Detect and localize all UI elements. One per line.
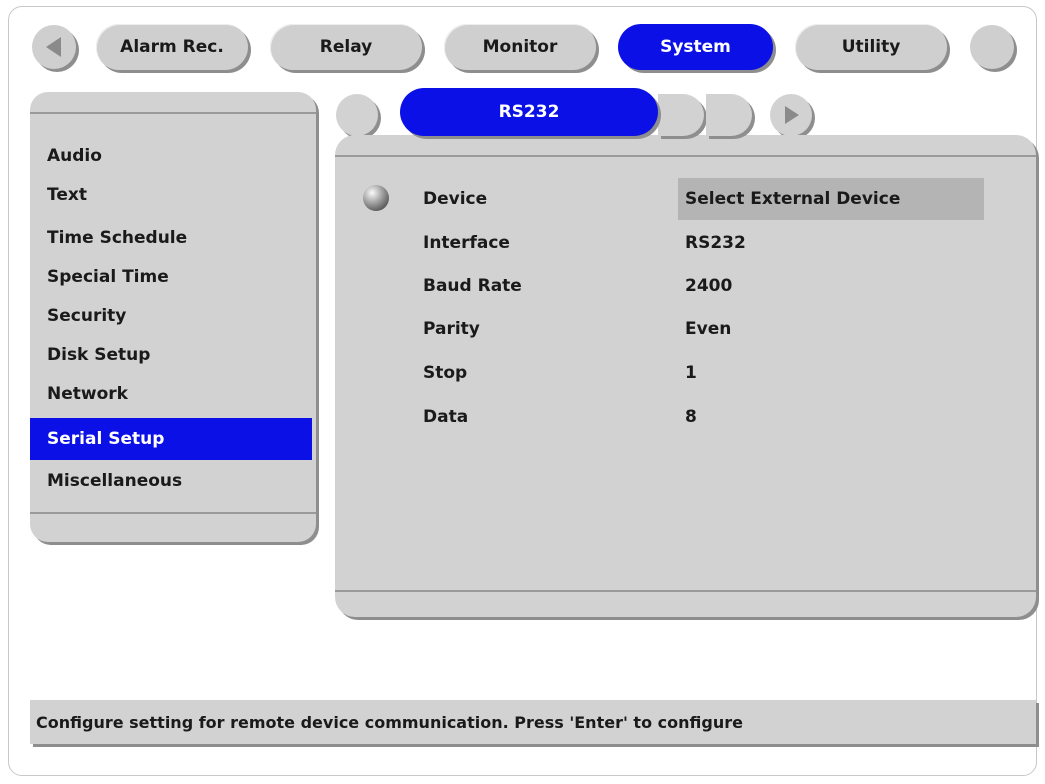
tab-relay[interactable]: Relay — [270, 24, 422, 70]
setting-label-data: Data — [423, 407, 469, 427]
setting-value-stop[interactable]: 1 — [685, 363, 697, 383]
subtab-next-button[interactable] — [770, 94, 812, 136]
sidebar-item-audio[interactable]: Audio — [30, 136, 312, 176]
selection-bullet-icon — [363, 185, 389, 211]
sidebar-item-label: Audio — [47, 146, 102, 166]
sidebar-item-label: Text — [47, 185, 87, 205]
setting-label-device: Device — [423, 189, 488, 209]
tab-system[interactable]: System — [618, 24, 773, 70]
tab-label: Relay — [319, 37, 373, 57]
setting-label-interface: Interface — [423, 233, 510, 253]
sidebar-item-label: Time Schedule — [47, 228, 188, 248]
tab-alarm-rec[interactable]: Alarm Rec. — [96, 24, 248, 70]
subtab-prev-button[interactable] — [336, 94, 378, 136]
sidebar-item-label: Miscellaneous — [47, 471, 183, 491]
sidebar-item-time-schedule[interactable]: Time Schedule — [30, 218, 312, 258]
subtab-label: RS232 — [498, 102, 560, 122]
sidebar-item-label: Disk Setup — [47, 345, 151, 365]
setting-label-parity: Parity — [423, 319, 480, 339]
sidebar-item-label: Security — [47, 306, 127, 326]
subtab-stack[interactable] — [658, 94, 704, 136]
divider — [335, 590, 1036, 592]
tab-label: System — [660, 37, 731, 57]
divider — [30, 112, 316, 114]
sidebar-item-text[interactable]: Text — [30, 175, 312, 215]
setting-label-baud-rate: Baud Rate — [423, 276, 522, 296]
sidebar-item-special-time[interactable]: Special Time — [30, 257, 312, 297]
setting-value-device[interactable]: Select External Device — [685, 189, 900, 209]
setting-value-interface[interactable]: RS232 — [685, 233, 746, 253]
setting-value-parity[interactable]: Even — [685, 319, 731, 339]
subtab-rs232[interactable]: RS232 — [400, 88, 658, 136]
setting-value-data[interactable]: 8 — [685, 407, 697, 427]
setting-value-baud-rate[interactable]: 2400 — [685, 276, 732, 296]
divider — [335, 155, 1036, 157]
nav-more-button[interactable] — [970, 25, 1014, 69]
tab-label: Alarm Rec. — [120, 37, 224, 57]
triangle-left-icon — [46, 37, 61, 57]
tab-label: Monitor — [482, 37, 558, 57]
sidebar-item-serial-setup[interactable]: Serial Setup — [30, 418, 312, 460]
status-text: Configure setting for remote device comm… — [36, 712, 743, 732]
sidebar-item-miscellaneous[interactable]: Miscellaneous — [30, 461, 312, 501]
status-bar: Configure setting for remote device comm… — [30, 700, 1036, 744]
sidebar-item-label: Special Time — [47, 267, 169, 287]
subtab-stack[interactable] — [706, 94, 752, 136]
sidebar: Audio Text Time Schedule Special Time Se… — [30, 92, 316, 542]
tab-monitor[interactable]: Monitor — [444, 24, 596, 70]
tab-label: Utility — [841, 37, 901, 57]
sidebar-item-label: Serial Setup — [47, 429, 165, 449]
nav-back-button[interactable] — [32, 25, 76, 69]
sidebar-item-network[interactable]: Network — [30, 374, 312, 414]
triangle-right-icon — [785, 106, 799, 124]
sidebar-item-disk-setup[interactable]: Disk Setup — [30, 335, 312, 375]
sidebar-item-security[interactable]: Security — [30, 296, 312, 336]
sidebar-item-label: Network — [47, 384, 128, 404]
divider — [30, 512, 316, 514]
settings-panel: Device Select External Device Interface … — [335, 135, 1036, 617]
setting-label-stop: Stop — [423, 363, 468, 383]
tab-utility[interactable]: Utility — [795, 24, 947, 70]
